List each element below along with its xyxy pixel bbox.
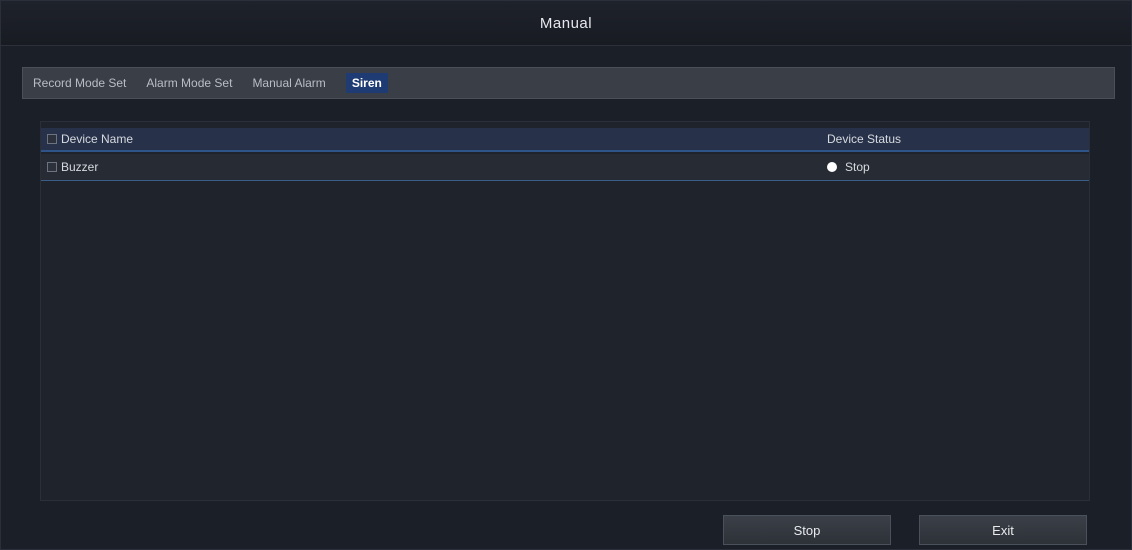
row-status-cell: Stop <box>827 160 870 174</box>
device-status: Stop <box>845 160 870 174</box>
header-device-status: Device Status <box>827 132 902 146</box>
tab-siren[interactable]: Siren <box>345 73 388 93</box>
device-name: Buzzer <box>61 160 99 174</box>
tab-manual-alarm[interactable]: Manual Alarm <box>252 76 325 90</box>
header-name-cell: Device Name <box>41 132 827 146</box>
device-table: Device Name Device Status Buzzer Stop <box>40 121 1090 501</box>
window-title: Manual <box>539 14 593 32</box>
table-row[interactable]: Buzzer Stop <box>41 154 1089 181</box>
manual-window: Manual Record Mode Set Alarm Mode Set Ma… <box>0 0 1132 550</box>
exit-button[interactable]: Exit <box>919 515 1087 545</box>
header-device-name: Device Name <box>61 132 134 146</box>
status-indicator-icon <box>827 162 837 172</box>
tab-bar: Record Mode Set Alarm Mode Set Manual Al… <box>22 67 1115 99</box>
header-status-cell: Device Status <box>827 132 901 146</box>
row-name-cell: Buzzer <box>41 160 827 174</box>
tab-record-mode-set[interactable]: Record Mode Set <box>33 76 126 90</box>
select-all-checkbox[interactable] <box>47 134 57 144</box>
title-bar: Manual <box>1 1 1131 46</box>
row-checkbox[interactable] <box>47 162 57 172</box>
stop-button[interactable]: Stop <box>723 515 891 545</box>
table-header: Device Name Device Status <box>41 128 1089 152</box>
tab-alarm-mode-set[interactable]: Alarm Mode Set <box>146 76 232 90</box>
footer-buttons: Stop Exit <box>40 515 1090 545</box>
